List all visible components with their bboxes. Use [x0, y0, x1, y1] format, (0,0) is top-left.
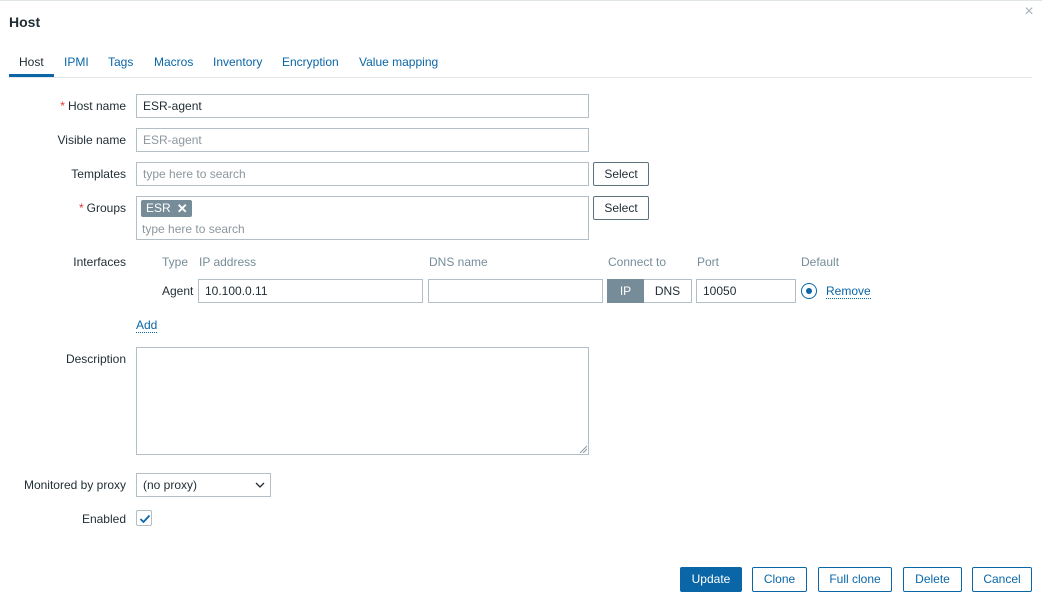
group-chip: ESR ✕ [141, 200, 192, 217]
delete-button[interactable]: Delete [903, 567, 962, 592]
description-label: Description [65, 352, 126, 366]
active-tab-indicator [9, 74, 54, 77]
cancel-button[interactable]: Cancel [972, 567, 1032, 592]
proxy-label: Monitored by proxy [23, 478, 126, 492]
description-textarea[interactable] [136, 347, 589, 455]
connect-to-toggle: IP DNS [607, 279, 692, 303]
interface-ip-input[interactable]: 10.100.0.11 [198, 279, 423, 303]
templates-select-button[interactable]: Select [593, 162, 649, 186]
resize-handle-icon[interactable] [579, 445, 587, 453]
add-interface-link[interactable]: Add [136, 319, 158, 333]
groups-search-input[interactable]: type here to search [142, 222, 245, 236]
proxy-select[interactable]: (no proxy) [136, 473, 271, 497]
interfaces-label: Interfaces [73, 255, 126, 269]
tab-host[interactable]: Host [19, 55, 44, 69]
required-marker: * [78, 201, 84, 215]
host-dialog: Host × Host IPMI Tags Macros Inventory E… [0, 0, 1042, 597]
groups-multiselect[interactable]: ESR ✕ type here to search [136, 196, 589, 240]
groups-select-button[interactable]: Select [593, 196, 649, 220]
full-clone-button[interactable]: Full clone [818, 567, 892, 592]
host-name-input[interactable]: ESR-agent [136, 94, 589, 118]
host-name-label: * Host name [60, 99, 126, 113]
interface-dns-input[interactable] [428, 279, 603, 303]
tab-value-mapping[interactable]: Value mapping [359, 55, 438, 69]
group-chip-label: ESR [146, 201, 171, 215]
visible-name-label: Visible name [57, 133, 126, 147]
templates-label: Templates [71, 167, 126, 181]
groups-label: * Groups [78, 201, 126, 215]
tab-tags[interactable]: Tags [108, 55, 133, 69]
default-interface-radio[interactable] [801, 283, 817, 299]
close-icon[interactable]: × [1022, 4, 1036, 20]
col-connect-header: Connect to [608, 255, 667, 269]
templates-search-input[interactable]: type here to search [136, 162, 589, 186]
update-button[interactable]: Update [680, 567, 742, 592]
clone-button[interactable]: Clone [752, 567, 807, 592]
tab-bar: Host IPMI Tags Macros Inventory Encrypti… [9, 49, 1032, 78]
tab-macros[interactable]: Macros [154, 55, 193, 69]
tab-ipmi[interactable]: IPMI [64, 55, 89, 69]
chevron-down-icon [255, 482, 265, 488]
visible-name-input[interactable]: ESR-agent [136, 128, 589, 152]
col-dns-header: DNS name [429, 255, 488, 269]
proxy-select-value: (no proxy) [143, 478, 198, 492]
interface-port-input[interactable]: 10050 [696, 279, 796, 303]
interface-type: Agent [162, 284, 194, 298]
enabled-label: Enabled [81, 512, 126, 526]
required-marker: * [60, 99, 65, 113]
remove-interface-link[interactable]: Remove [826, 285, 871, 299]
col-ip-header: IP address [199, 255, 257, 269]
col-type-header: Type [162, 255, 189, 269]
dialog-title: Host [9, 14, 41, 30]
chip-remove-icon[interactable]: ✕ [177, 200, 188, 217]
enabled-checkbox[interactable] [136, 510, 152, 526]
tab-inventory[interactable]: Inventory [213, 55, 262, 69]
col-port-header: Port [697, 255, 720, 269]
checkmark-icon [139, 514, 151, 524]
connect-dns-button[interactable]: DNS [644, 279, 692, 303]
tab-encryption[interactable]: Encryption [282, 55, 339, 69]
connect-ip-button[interactable]: IP [607, 279, 644, 303]
col-default-header: Default [801, 255, 840, 269]
